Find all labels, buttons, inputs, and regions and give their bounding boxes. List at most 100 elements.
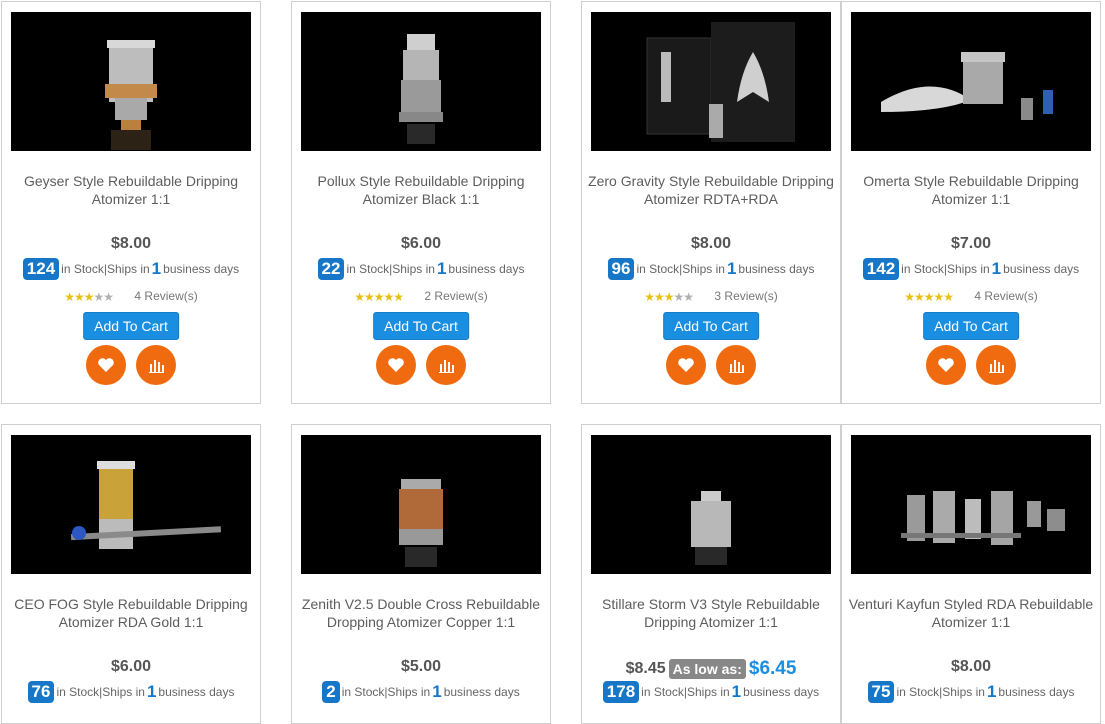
ship-days: 1 — [432, 682, 442, 701]
add-to-compare-button[interactable] — [426, 345, 467, 385]
heart-icon — [387, 358, 404, 372]
stock-count-badge: 142 — [862, 258, 900, 280]
product-title[interactable]: Zenith V2.5 Double Cross Rebuildable Dro… — [298, 595, 544, 631]
product-image[interactable] — [591, 435, 831, 574]
product-price: $8.45 As low as: $6.45 — [582, 658, 840, 680]
review-count[interactable]: 4 Review(s) — [974, 289, 1037, 303]
ship-days: 1 — [986, 682, 997, 701]
add-to-compare-button[interactable] — [716, 345, 757, 385]
product-image[interactable] — [301, 12, 541, 151]
stock-label: in Stock|Ships in — [901, 262, 990, 276]
product-actions — [582, 345, 840, 390]
product-card: Pollux Style Rebuildable Dripping Atomiz… — [291, 1, 551, 404]
product-card: Zenith V2.5 Double Cross Rebuildable Dro… — [291, 424, 551, 724]
stock-info: 75 in Stock|Ships in 1 business days — [842, 681, 1100, 703]
product-price: $8.00 — [110, 235, 152, 252]
review-count[interactable]: 2 Review(s) — [424, 289, 487, 303]
product-image[interactable] — [851, 435, 1091, 574]
star-rating: ★★★★★ — [644, 289, 694, 304]
ship-days: 1 — [436, 259, 447, 278]
product-image[interactable] — [851, 12, 1091, 151]
product-price: $7.00 — [950, 235, 992, 252]
business-days-label: business days — [738, 262, 815, 276]
chart-icon — [149, 360, 165, 373]
add-to-cart-button[interactable]: Add To Cart — [663, 312, 759, 340]
stock-count-badge: 22 — [317, 258, 345, 280]
stock-info: 96 in Stock|Ships in 1 business days — [582, 258, 840, 280]
add-to-wishlist-button[interactable] — [375, 345, 416, 385]
product-card: Geyser Style Rebuildable Dripping Atomiz… — [1, 1, 261, 404]
discount-price: $6.45 — [748, 658, 797, 679]
business-days-label: business days — [163, 262, 240, 276]
product-card: CEO FOG Style Rebuildable Dripping Atomi… — [1, 424, 261, 724]
product-image[interactable] — [11, 435, 251, 574]
add-to-compare-button[interactable] — [976, 345, 1017, 385]
ship-days: 1 — [726, 259, 737, 278]
add-to-compare-button[interactable] — [136, 345, 177, 385]
business-days-label: business days — [1003, 262, 1080, 276]
heart-icon — [677, 358, 694, 372]
product-image[interactable] — [11, 12, 251, 151]
stock-label: in Stock|Ships in — [636, 262, 725, 276]
stock-count-badge: 75 — [867, 681, 895, 703]
stock-info: 2 in Stock|Ships in 1 business days — [292, 681, 550, 703]
add-to-cart-button[interactable]: Add To Cart — [923, 312, 1019, 340]
product-title[interactable]: CEO FOG Style Rebuildable Dripping Atomi… — [8, 595, 254, 631]
review-count[interactable]: 3 Review(s) — [714, 289, 777, 303]
chart-icon — [729, 360, 745, 373]
business-days-label: business days — [158, 685, 235, 699]
product-price: $6.00 — [400, 235, 442, 252]
product-card: Stillare Storm V3 Style Rebuildable Drip… — [581, 424, 841, 724]
review-count[interactable]: 4 Review(s) — [134, 289, 197, 303]
product-actions — [292, 345, 550, 390]
stock-count-badge: 2 — [322, 681, 340, 703]
ship-days: 1 — [151, 259, 162, 278]
rating: ★★★★★ 4 Review(s) — [842, 289, 1100, 304]
stock-label: in Stock|Ships in — [346, 262, 435, 276]
chart-icon — [989, 360, 1005, 373]
product-price: $5.00 — [400, 658, 442, 675]
stock-label: in Stock|Ships in — [896, 685, 985, 699]
heart-icon — [937, 358, 954, 372]
stock-count-badge: 124 — [22, 258, 60, 280]
add-to-cart-button[interactable]: Add To Cart — [83, 312, 179, 340]
product-actions — [2, 345, 260, 390]
stock-count-badge: 178 — [602, 681, 640, 703]
product-title[interactable]: Zero Gravity Style Rebuildable Dripping … — [588, 172, 834, 208]
product-title[interactable]: Pollux Style Rebuildable Dripping Atomiz… — [298, 172, 544, 208]
product-image[interactable] — [591, 12, 831, 151]
stock-count-badge: 96 — [607, 258, 635, 280]
stock-info: 124 in Stock|Ships in 1 business days — [2, 258, 260, 280]
stock-label: in Stock|Ships in — [61, 262, 150, 276]
product-card: Zero Gravity Style Rebuildable Dripping … — [581, 1, 841, 404]
ship-days: 1 — [146, 682, 157, 701]
product-title[interactable]: Stillare Storm V3 Style Rebuildable Drip… — [588, 595, 834, 631]
ship-days: 1 — [731, 682, 742, 701]
product-price: $8.00 — [690, 235, 732, 252]
product-price: $8.00 — [950, 658, 992, 675]
add-to-wishlist-button[interactable] — [85, 345, 126, 385]
star-rating: ★★★★★ — [354, 289, 404, 304]
stock-label: in Stock|Ships in — [641, 685, 730, 699]
product-title[interactable]: Venturi Kayfun Styled RDA Rebuildable At… — [848, 595, 1094, 631]
add-to-wishlist-button[interactable] — [925, 345, 966, 385]
add-to-wishlist-button[interactable] — [665, 345, 706, 385]
product-title[interactable]: Geyser Style Rebuildable Dripping Atomiz… — [8, 172, 254, 208]
as-low-as-badge: As low as: — [668, 659, 746, 679]
stock-info: 142 in Stock|Ships in 1 business days — [842, 258, 1100, 280]
star-rating: ★★★★★ — [64, 289, 114, 304]
rating: ★★★★★ 2 Review(s) — [292, 289, 550, 304]
product-actions — [842, 345, 1100, 390]
product-image[interactable] — [301, 435, 541, 574]
product-card: Venturi Kayfun Styled RDA Rebuildable At… — [841, 424, 1101, 724]
original-price: $8.45 — [625, 660, 666, 678]
add-to-cart-button[interactable]: Add To Cart — [373, 312, 469, 340]
business-days-label: business days — [443, 685, 520, 699]
product-title[interactable]: Omerta Style Rebuildable Dripping Atomiz… — [848, 172, 1094, 208]
stock-count-badge: 76 — [27, 681, 55, 703]
business-days-label: business days — [998, 685, 1075, 699]
business-days-label: business days — [448, 262, 525, 276]
stock-label: in Stock|Ships in — [341, 685, 431, 699]
star-rating: ★★★★★ — [904, 289, 954, 304]
ship-days: 1 — [991, 259, 1002, 278]
